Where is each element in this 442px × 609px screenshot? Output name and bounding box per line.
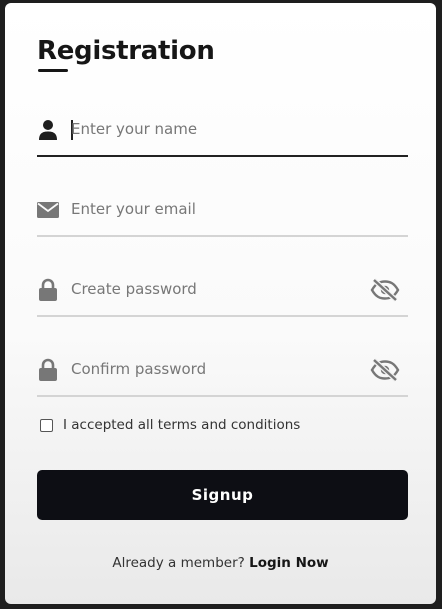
eye-slash-icon[interactable]: [370, 357, 400, 383]
signup-button[interactable]: Signup: [37, 470, 408, 520]
eye-slash-icon[interactable]: [370, 277, 400, 303]
terms-row: I accepted all terms and conditions: [40, 415, 300, 435]
lock-icon: [37, 358, 59, 381]
title-underline: [38, 69, 68, 72]
confirm-password-field-group: [37, 345, 408, 397]
name-field-group: [37, 105, 408, 157]
login-prompt: Already a member? Login Now: [5, 555, 436, 571]
email-field-group: [37, 185, 408, 237]
registration-card: Registration Enter your name Enter your …: [5, 3, 436, 604]
login-prompt-text: Already a member?: [112, 555, 245, 571]
login-now-link[interactable]: Login Now: [249, 555, 329, 571]
email-input[interactable]: [71, 193, 351, 225]
create-password-input[interactable]: [71, 273, 351, 305]
terms-checkbox[interactable]: [40, 418, 53, 432]
user-icon: [37, 119, 59, 141]
page-title: Registration: [37, 36, 215, 66]
envelope-icon: [37, 199, 59, 221]
confirm-password-input[interactable]: [71, 353, 351, 385]
lock-icon: [37, 278, 59, 301]
terms-label[interactable]: I accepted all terms and conditions: [63, 417, 300, 433]
create-password-field-group: [37, 265, 408, 317]
name-input[interactable]: [71, 113, 351, 145]
